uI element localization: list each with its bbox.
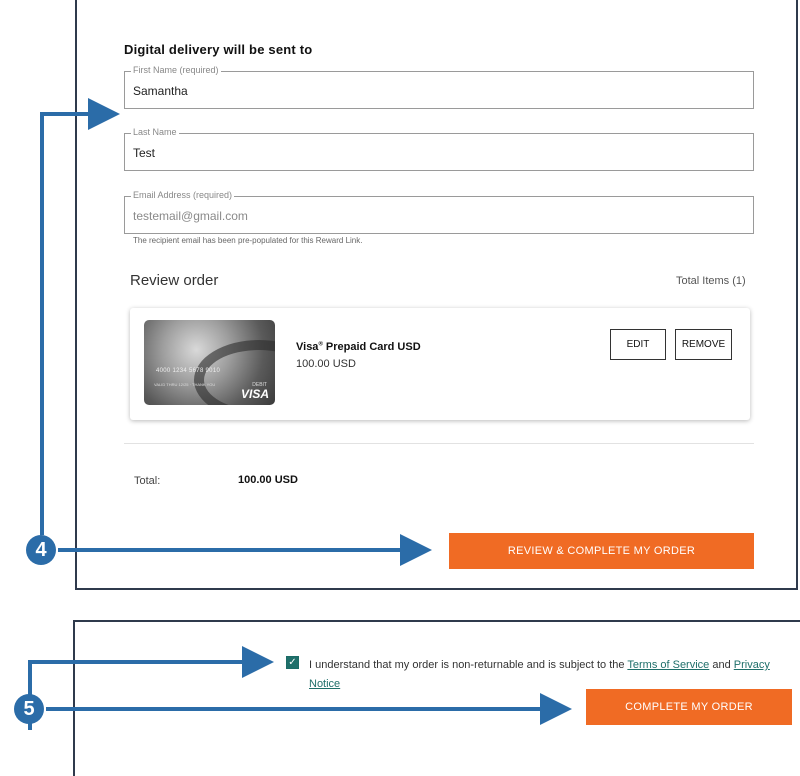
terms-of-service-link[interactable]: Terms of Service	[627, 659, 709, 671]
product-price: 100.00 USD	[296, 358, 356, 370]
product-name: Visa® Prepaid Card USD	[296, 341, 421, 353]
agree-checkbox[interactable]: ✓	[286, 656, 299, 669]
visa-logo: VISA	[240, 387, 269, 401]
first-name-label: First Name (required)	[131, 65, 221, 75]
email-hint: The recipient email has been pre-populat…	[133, 236, 363, 245]
order-item-card: 4000 1234 5678 9010 VALID THRU 12/25 · T…	[130, 308, 750, 420]
last-name-label: Last Name	[131, 127, 179, 137]
delivery-heading: Digital delivery will be sent to	[124, 42, 313, 57]
complete-order-button[interactable]: COMPLETE MY ORDER	[586, 689, 792, 725]
step-4-badge: 4	[26, 535, 56, 565]
card-small-text: VALID THRU 12/25 · THANK YOU	[154, 382, 216, 387]
first-name-value: Samantha	[133, 84, 188, 98]
review-complete-order-button[interactable]: REVIEW & COMPLETE MY ORDER	[449, 533, 754, 569]
review-order-title: Review order	[130, 272, 219, 289]
section-divider	[124, 443, 754, 444]
card-number-text: 4000 1234 5678 9010	[156, 368, 221, 374]
checkmark-icon: ✓	[288, 656, 297, 668]
total-value: 100.00 USD	[238, 474, 298, 486]
last-name-field[interactable]: Last Name Test	[124, 127, 754, 171]
email-field[interactable]: Email Address (required) testemail@gmail…	[124, 190, 754, 234]
remove-button[interactable]: REMOVE	[675, 329, 732, 360]
email-label: Email Address (required)	[131, 190, 235, 200]
edit-button[interactable]: EDIT	[610, 329, 666, 360]
visa-card-image: 4000 1234 5678 9010 VALID THRU 12/25 · T…	[144, 320, 275, 405]
total-items-count: Total Items (1)	[676, 275, 746, 287]
total-label: Total:	[134, 475, 161, 487]
last-name-value: Test	[133, 146, 156, 160]
first-name-field[interactable]: First Name (required) Samantha	[124, 65, 754, 109]
step-5-badge: 5	[14, 694, 44, 724]
email-value: testemail@gmail.com	[133, 209, 248, 223]
